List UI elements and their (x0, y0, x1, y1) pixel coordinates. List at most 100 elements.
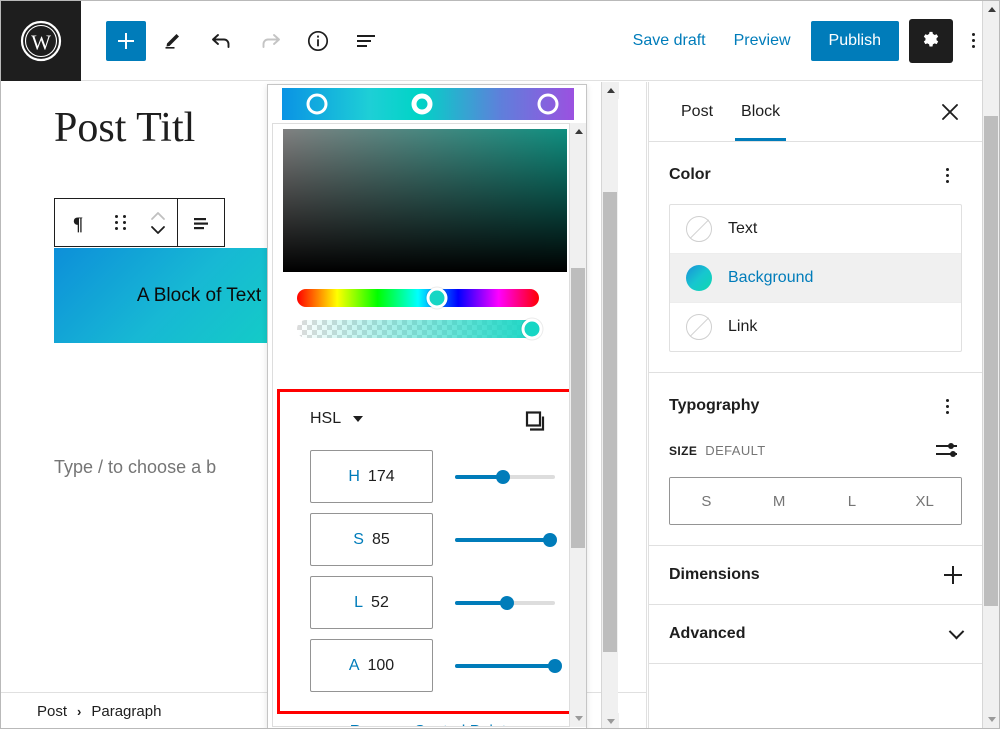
saturation-value-area[interactable] (283, 129, 567, 272)
advanced-section[interactable]: Advanced (649, 605, 982, 664)
font-size-xl[interactable]: XL (888, 478, 961, 524)
gradient-control-point-1[interactable] (306, 93, 328, 115)
gradient-preview-bar[interactable] (282, 88, 574, 120)
sliders-icon (936, 443, 957, 457)
color-options-button[interactable] (932, 160, 962, 190)
font-size-row: SIZE DEFAULT (669, 435, 962, 465)
color-item-background[interactable]: Background (670, 254, 961, 303)
color-section: Color Text Background Link (649, 142, 982, 373)
move-block-updown-button[interactable] (139, 199, 177, 246)
popover-scrollbar[interactable] (569, 123, 586, 727)
paragraph-icon: ¶ (73, 214, 83, 234)
drag-block-handle[interactable] (101, 199, 139, 246)
add-block-button[interactable] (106, 20, 146, 61)
hue-slider[interactable] (297, 287, 539, 309)
font-size-s[interactable]: S (670, 478, 743, 524)
block-type-paragraph-button[interactable]: ¶ (55, 199, 101, 246)
alpha-range-fill (455, 663, 555, 668)
dimensions-section[interactable]: Dimensions (649, 546, 982, 605)
list-view-button[interactable] (346, 21, 386, 61)
edit-pen-button[interactable] (154, 21, 194, 61)
svg-text:¶: ¶ (73, 214, 83, 234)
gradient-control-point-3[interactable] (537, 93, 559, 115)
color-item-text[interactable]: Text (670, 205, 961, 254)
lightness-input-key: L (354, 593, 364, 611)
page-scroll-thumb[interactable] (984, 116, 998, 606)
hue-input-value: 174 (367, 467, 395, 485)
alpha-range-thumb[interactable] (548, 658, 562, 673)
gradient-color-picker-popover: HSL H 174 S 85 L 52 A 100 (267, 84, 587, 728)
font-size-m[interactable]: M (742, 478, 816, 524)
hue-range-slider[interactable] (455, 467, 555, 487)
copy-color-button[interactable] (520, 406, 550, 436)
sidebar-tabs: Post Block (649, 82, 982, 142)
font-size-custom-toggle[interactable] (932, 435, 962, 465)
triangle-down-icon (574, 716, 583, 721)
tab-post[interactable]: Post (667, 84, 727, 140)
lightness-range-slider[interactable] (455, 593, 555, 613)
picker-scroll-region: HSL H 174 S 85 L 52 A 100 (272, 123, 584, 727)
block-toolbar-group-left: ¶ (55, 199, 177, 246)
alpha-slider-knob[interactable] (521, 318, 543, 340)
lightness-input[interactable]: L 52 (310, 576, 433, 629)
popover-scroll-down-button[interactable] (570, 710, 586, 727)
breadcrumb-item-paragraph[interactable]: Paragraph (91, 703, 161, 720)
editor-scroll-up-button[interactable] (602, 82, 619, 99)
color-model-label: HSL (310, 410, 342, 427)
post-title[interactable]: Post Titl (54, 104, 195, 152)
color-item-link[interactable]: Link (670, 303, 961, 351)
alpha-input[interactable]: A 100 (310, 639, 433, 692)
editor-scroll-down-button[interactable] (602, 713, 619, 728)
hsl-channel-rows: H 174 S 85 L 52 A 100 (310, 450, 562, 692)
tab-block[interactable]: Block (727, 84, 794, 141)
wordpress-logo-icon[interactable]: W (1, 1, 81, 81)
info-icon (307, 30, 329, 51)
typography-section-title: Typography (669, 397, 760, 414)
publish-button[interactable]: Publish (810, 20, 899, 61)
saturation-input[interactable]: S 85 (310, 513, 433, 566)
empty-block-placeholder[interactable]: Type / to choose a b (54, 457, 216, 478)
chevron-down-icon[interactable] (948, 623, 965, 639)
editor-scroll-thumb[interactable] (603, 192, 617, 652)
gradient-control-point-2-selected[interactable] (411, 93, 433, 115)
saturation-range-slider[interactable] (455, 530, 557, 550)
color-options-list: Text Background Link (669, 204, 962, 352)
color-model-selector[interactable]: HSL (310, 410, 364, 428)
editor-scrollbar[interactable] (601, 82, 619, 728)
settings-gear-button[interactable] (909, 18, 953, 63)
breadcrumb-item-post[interactable]: Post (37, 703, 67, 720)
hue-slider-knob[interactable] (426, 287, 448, 309)
align-text-button[interactable] (178, 199, 224, 246)
hsl-row-l: L 52 (310, 576, 555, 629)
alpha-range-slider[interactable] (455, 656, 562, 676)
hue-range-thumb[interactable] (496, 469, 510, 484)
alpha-slider[interactable] (297, 318, 543, 340)
save-draft-button[interactable]: Save draft (619, 22, 720, 60)
wordpress-block-editor: W Save draft Preview Publish Post Titl A… (0, 0, 1000, 729)
font-size-l[interactable]: L (815, 478, 889, 524)
top-bar-tools (81, 20, 386, 61)
color-section-header: Color (669, 160, 962, 190)
svg-text:W: W (31, 30, 51, 54)
close-sidebar-button[interactable] (932, 94, 968, 130)
background-color-swatch-icon (686, 265, 712, 291)
block-toolbar: ¶ (54, 198, 225, 247)
chevron-down-icon (353, 416, 364, 422)
preview-button[interactable]: Preview (720, 22, 805, 60)
hsl-row-s: S 85 (310, 513, 557, 566)
hue-input[interactable]: H 174 (310, 450, 433, 503)
font-size-value: DEFAULT (705, 442, 766, 458)
undo-button[interactable] (202, 21, 242, 61)
details-info-button[interactable] (298, 21, 338, 61)
popover-scroll-up-button[interactable] (570, 123, 586, 140)
page-scroll-down-button[interactable] (983, 711, 999, 728)
remove-control-point-link[interactable]: Remove Control Point (350, 723, 507, 726)
popover-scroll-thumb[interactable] (571, 268, 585, 548)
redo-button[interactable] (250, 21, 290, 61)
plus-icon[interactable] (944, 566, 962, 584)
page-scrollbar[interactable] (982, 1, 999, 728)
page-scroll-up-button[interactable] (983, 1, 999, 18)
typography-options-button[interactable] (932, 391, 962, 421)
saturation-range-thumb[interactable] (543, 532, 557, 547)
lightness-range-thumb[interactable] (500, 595, 514, 610)
